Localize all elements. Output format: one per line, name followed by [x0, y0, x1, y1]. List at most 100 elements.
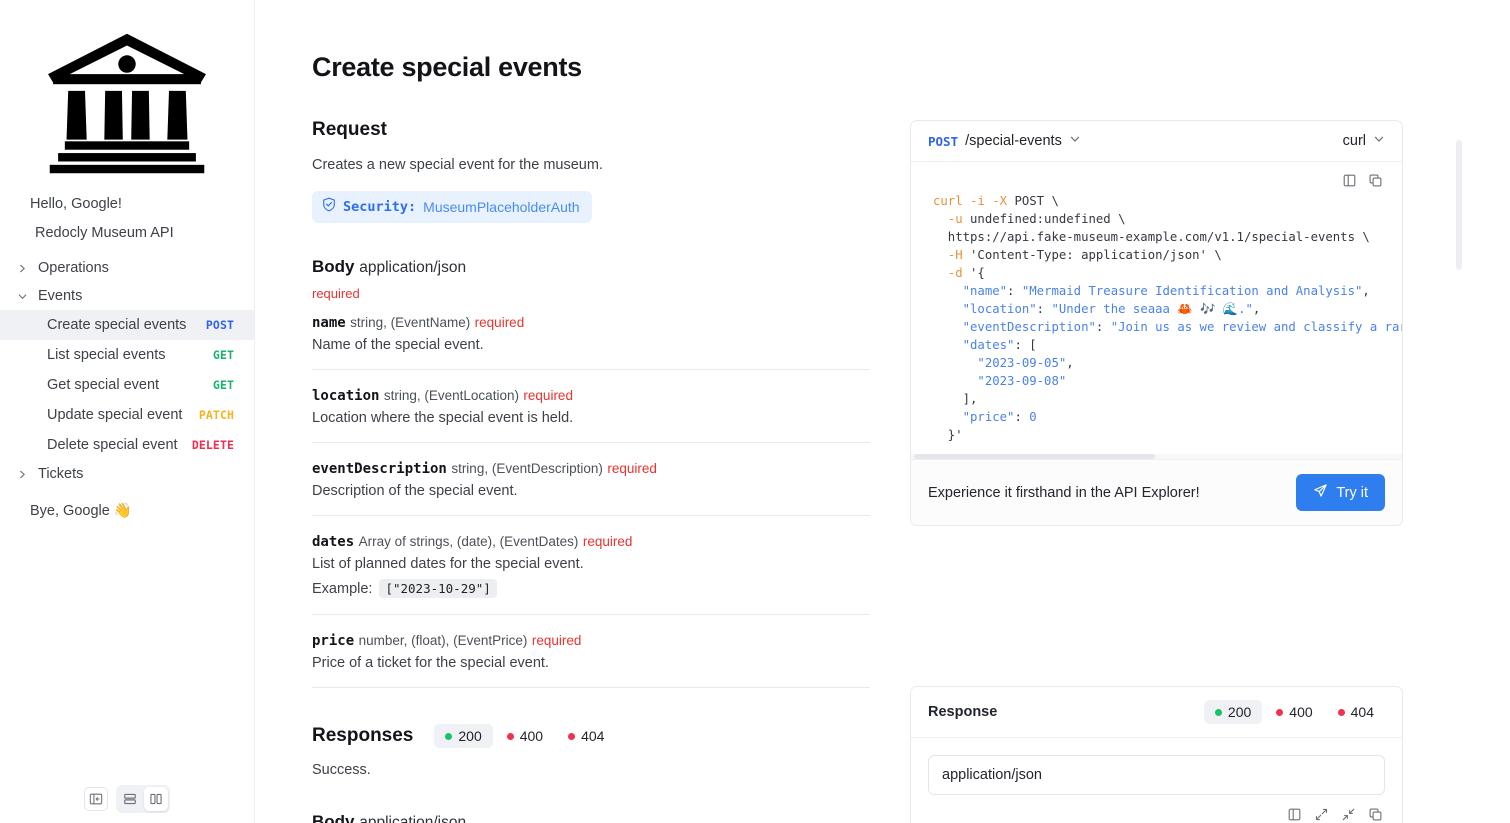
sidebar-item-label: List special events — [47, 347, 165, 363]
response-tab-404[interactable]: 404 — [557, 724, 615, 748]
status-code: 200 — [1228, 704, 1251, 720]
chevron-down-icon — [1373, 133, 1385, 149]
try-it-button[interactable]: Try it — [1296, 474, 1385, 511]
response-panel-tab-400[interactable]: 400 — [1265, 700, 1323, 724]
response-tab-400[interactable]: 400 — [496, 724, 554, 748]
sidebar-item-list-special-events[interactable]: List special events GET — [0, 340, 254, 370]
logo-container — [0, 0, 254, 176]
response-status-tabs: 200 400 404 — [434, 724, 615, 748]
language-label: curl — [1343, 133, 1366, 149]
endpoint-selector[interactable]: POST /special-events — [928, 132, 1081, 150]
method-badge-patch: PATCH — [199, 408, 234, 422]
field-type: number, (float), (EventPrice) — [359, 633, 528, 648]
response-panel-status-tabs: 200 400 404 — [1204, 700, 1385, 724]
sidebar-item-label: Create special events — [47, 317, 186, 333]
field-name: location — [312, 388, 379, 404]
method-badge-get: GET — [213, 378, 234, 392]
field-required: required — [583, 534, 633, 549]
field-signature: name string, (EventName) required — [312, 314, 870, 332]
response-panel-title: Response — [928, 704, 997, 720]
field-type: string, (EventDescription) — [451, 461, 603, 476]
api-explorer-prompt: Experience it firsthand in the API Explo… — [928, 485, 1200, 501]
sidebar-item-delete-special-event[interactable]: Delete special event DELETE — [0, 430, 254, 460]
side-by-side-layout-icon[interactable] — [144, 787, 168, 811]
status-code: 200 — [458, 728, 481, 744]
sidebar-item-update-special-event[interactable]: Update special event PATCH — [0, 400, 254, 430]
field-signature: dates Array of strings, (date), (EventDa… — [312, 533, 870, 551]
status-code: 400 — [1289, 704, 1312, 720]
method-badge-get: GET — [213, 348, 234, 362]
field-name: price — [312, 633, 354, 649]
api-docs-page: Hello, Google! Redocly Museum API Operat… — [0, 0, 1510, 823]
language-selector[interactable]: curl — [1343, 133, 1385, 149]
chevron-down-icon — [1069, 132, 1081, 150]
content-type-value: application/json — [942, 767, 1042, 783]
response-panel-tab-200[interactable]: 200 — [1204, 700, 1262, 724]
status-dot-green — [1215, 709, 1222, 716]
sidebar-group-label: Tickets — [38, 466, 83, 482]
sidebar-nav: Operations Events Create special events … — [0, 254, 254, 519]
operation-description: Creates a new special event for the muse… — [312, 157, 870, 173]
sidebar-item-get-special-event[interactable]: Get special event GET — [0, 370, 254, 400]
code-panel-header: POST /special-events curl — [911, 121, 1402, 162]
greeting-text: Hello, Google! — [0, 196, 254, 212]
response-description: Success. — [312, 762, 870, 778]
content-type-select[interactable]: application/json — [928, 755, 1385, 795]
field-row-dates: dates Array of strings, (date), (EventDa… — [312, 516, 870, 615]
field-example: Example: ["2023-10-29"] — [312, 579, 870, 598]
code-sample-body: curl -i -X POST \ -u undefined:undefined… — [911, 162, 1402, 459]
collapse-icon[interactable] — [1342, 808, 1355, 821]
sidebar-group-events[interactable]: Events — [0, 282, 254, 310]
method-badge-delete: DELETE — [192, 438, 234, 452]
sidebar-group-tickets[interactable]: Tickets — [0, 460, 254, 488]
security-badge[interactable]: Security: MuseumPlaceholderAuth — [312, 191, 592, 223]
shield-check-icon — [322, 197, 336, 217]
body-label: Body — [312, 812, 355, 823]
page-scrollbar[interactable] — [1456, 140, 1462, 270]
wrap-lines-icon[interactable] — [1343, 174, 1356, 187]
code-scroll-track — [911, 454, 1402, 459]
field-signature: eventDescription string, (EventDescripti… — [312, 460, 870, 478]
sidebar: Hello, Google! Redocly Museum API Operat… — [0, 0, 255, 823]
endpoint-method: POST — [928, 134, 958, 149]
copy-icon[interactable] — [1369, 808, 1382, 821]
field-required: required — [475, 315, 525, 330]
field-type: string, (EventName) — [350, 315, 470, 330]
field-row-eventdescription: eventDescription string, (EventDescripti… — [312, 443, 870, 516]
chevron-right-icon — [17, 469, 28, 480]
wrap-lines-icon[interactable] — [1288, 808, 1301, 821]
code-horizontal-scrollbar[interactable] — [914, 454, 1155, 459]
stacked-layout-icon[interactable] — [118, 787, 142, 811]
response-panel-tab-404[interactable]: 404 — [1327, 700, 1385, 724]
status-dot-green — [445, 733, 452, 740]
collapse-sidebar-icon[interactable] — [84, 787, 108, 811]
response-tab-200[interactable]: 200 — [434, 724, 492, 748]
responses-heading: Responses — [312, 725, 413, 747]
field-name: dates — [312, 534, 354, 550]
chevron-right-icon — [17, 263, 28, 274]
security-scheme-link[interactable]: MuseumPlaceholderAuth — [423, 199, 579, 215]
code-sample-panel: POST /special-events curl — [910, 120, 1403, 526]
sidebar-item-create-special-events[interactable]: Create special events POST — [0, 310, 254, 340]
field-type: string, (EventLocation) — [384, 388, 519, 403]
expand-icon[interactable] — [1315, 808, 1328, 821]
museum-building-icon — [43, 26, 211, 176]
example-value: ["2023-10-29"] — [379, 579, 496, 598]
sidebar-group-label: Events — [38, 288, 82, 304]
field-description: Location where the special event is held… — [312, 410, 870, 426]
body-required-flag: required — [312, 286, 870, 301]
api-title: Redocly Museum API — [0, 225, 254, 241]
copy-icon[interactable] — [1369, 174, 1382, 187]
body-label: Body — [312, 257, 355, 276]
right-panels-column: POST /special-events curl — [910, 0, 1465, 823]
code-panel-footer: Experience it firsthand in the API Explo… — [911, 459, 1402, 525]
field-signature: price number, (float), (EventPrice) requ… — [312, 632, 870, 650]
sidebar-item-label: Update special event — [47, 407, 182, 423]
sidebar-group-label: Operations — [38, 260, 109, 276]
field-required: required — [607, 461, 657, 476]
curl-code-block[interactable]: curl -i -X POST \ -u undefined:undefined… — [911, 192, 1402, 444]
field-name: eventDescription — [312, 461, 447, 477]
sidebar-item-label: Delete special event — [47, 437, 178, 453]
field-description: Name of the special event. — [312, 337, 870, 353]
sidebar-group-operations[interactable]: Operations — [0, 254, 254, 282]
